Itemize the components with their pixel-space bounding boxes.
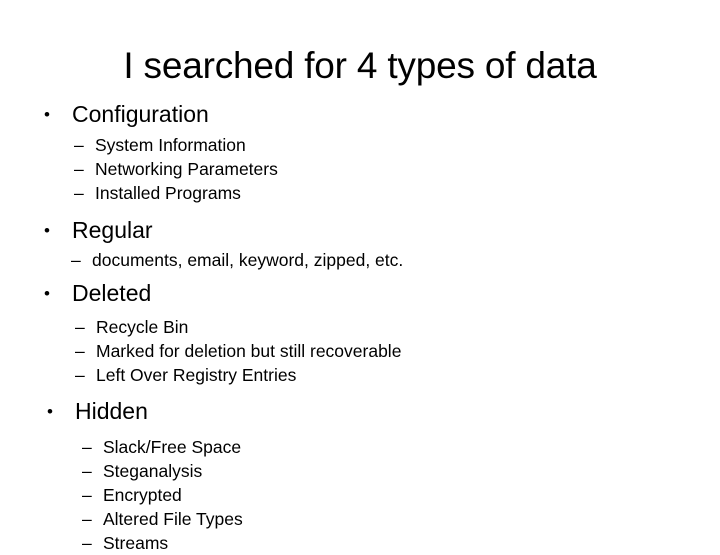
sub-bullet-encrypted: – Encrypted	[82, 483, 720, 507]
sub-list-deleted: – Recycle Bin – Marked for deletion but …	[75, 315, 720, 387]
bullet-hidden: • Hidden	[47, 397, 720, 426]
bullet-label: Deleted	[72, 280, 152, 306]
sub-bullet-streams: – Streams	[82, 531, 720, 555]
bullet-group-hidden: • Hidden – Slack/Free Space – Steganalys…	[47, 397, 720, 555]
sub-bullet-label: Left Over Registry Entries	[96, 365, 297, 385]
sub-bullet-label: Altered File Types	[103, 509, 243, 529]
sub-bullet-label: Recycle Bin	[96, 317, 189, 337]
sub-list-regular: – documents, email, keyword, zipped, etc…	[71, 248, 720, 272]
sub-bullet-label: documents, email, keyword, zipped, etc.	[92, 250, 404, 270]
sub-bullet-steganalysis: – Steganalysis	[82, 459, 720, 483]
dash-icon: –	[82, 437, 92, 457]
sub-bullet-marked-for-deletion: – Marked for deletion but still recovera…	[75, 339, 720, 363]
bullet-dot-icon: •	[44, 105, 50, 124]
bullet-label: Regular	[72, 217, 153, 243]
dash-icon: –	[71, 250, 81, 270]
dash-icon: –	[74, 135, 84, 155]
dash-icon: –	[75, 317, 85, 337]
sub-bullet-system-information: – System Information	[74, 133, 720, 157]
dash-icon: –	[74, 159, 84, 179]
bullet-dot-icon: •	[47, 402, 53, 421]
sub-bullet-label: Marked for deletion but still recoverabl…	[96, 341, 402, 361]
sub-bullet-label: Steganalysis	[103, 461, 203, 481]
sub-bullet-altered-file-types: – Altered File Types	[82, 507, 720, 531]
sub-bullet-label: Networking Parameters	[95, 159, 278, 179]
bullet-label: Configuration	[72, 101, 209, 127]
slide-body: • Configuration – System Information – N…	[0, 100, 720, 555]
dash-icon: –	[75, 341, 85, 361]
slide-title: I searched for 4 types of data	[123, 45, 597, 86]
bullet-deleted: • Deleted	[44, 279, 720, 308]
dash-icon: –	[74, 183, 84, 203]
sub-bullet-recycle-bin: – Recycle Bin	[75, 315, 720, 339]
bullet-dot-icon: •	[44, 284, 50, 303]
bullet-regular: • Regular	[44, 216, 720, 245]
dash-icon: –	[82, 461, 92, 481]
sub-bullet-label: System Information	[95, 135, 246, 155]
sub-bullet-label: Encrypted	[103, 485, 182, 505]
sub-bullet-documents-email-keyword-zipped: – documents, email, keyword, zipped, etc…	[71, 248, 720, 272]
dash-icon: –	[82, 485, 92, 505]
dash-icon: –	[75, 365, 85, 385]
sub-bullet-installed-programs: – Installed Programs	[74, 181, 720, 205]
sub-list-hidden: – Slack/Free Space – Steganalysis – Encr…	[82, 435, 720, 555]
sub-bullet-networking-parameters: – Networking Parameters	[74, 157, 720, 181]
dash-icon: –	[82, 509, 92, 529]
sub-bullet-label: Installed Programs	[95, 183, 241, 203]
sub-list-configuration: – System Information – Networking Parame…	[74, 133, 720, 205]
bullet-dot-icon: •	[44, 221, 50, 240]
bullet-group-configuration: • Configuration – System Information – N…	[44, 100, 720, 205]
slide: I searched for 4 types of data • Configu…	[0, 0, 720, 553]
bullet-group-deleted: • Deleted – Recycle Bin – Marked for del…	[44, 279, 720, 387]
dash-icon: –	[82, 533, 92, 553]
bullet-configuration: • Configuration	[44, 100, 720, 129]
sub-bullet-slack-free-space: – Slack/Free Space	[82, 435, 720, 459]
sub-bullet-left-over-registry-entries: – Left Over Registry Entries	[75, 363, 720, 387]
bullet-group-regular: • Regular – documents, email, keyword, z…	[44, 216, 720, 272]
sub-bullet-label: Slack/Free Space	[103, 437, 242, 457]
